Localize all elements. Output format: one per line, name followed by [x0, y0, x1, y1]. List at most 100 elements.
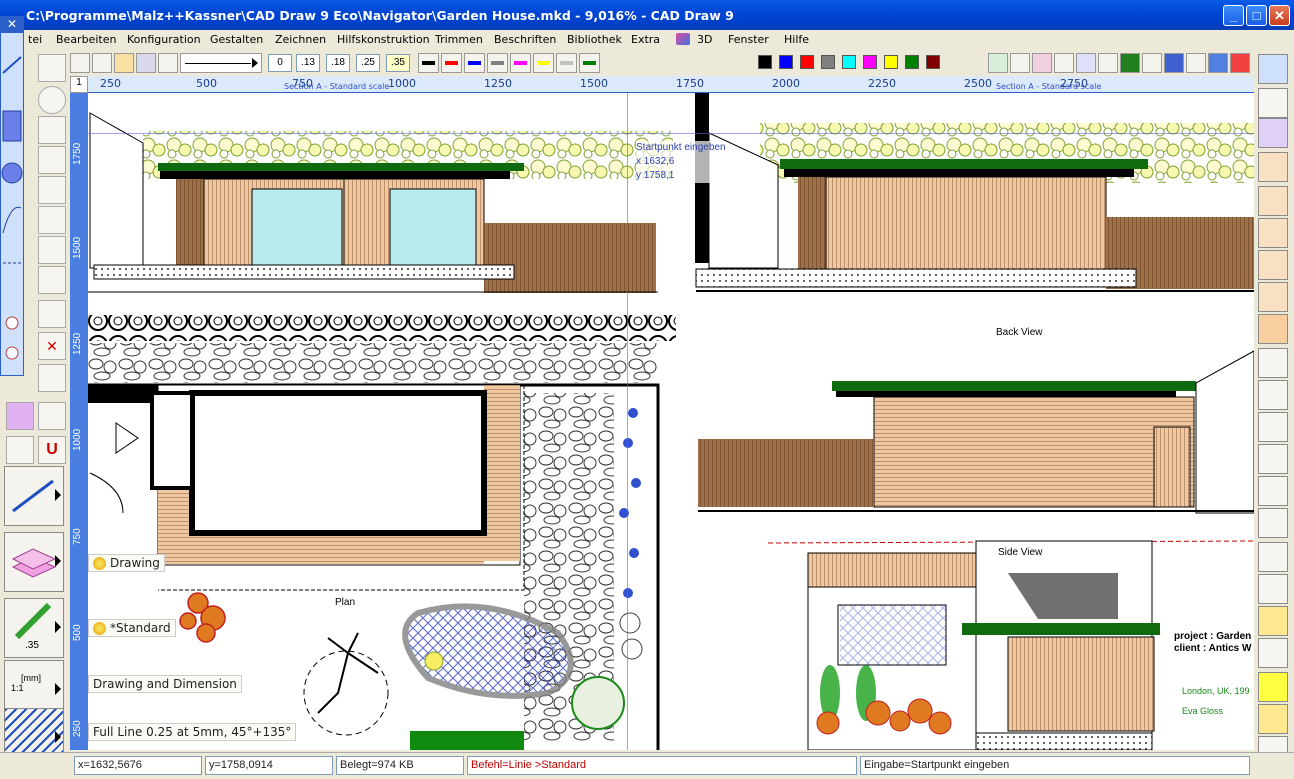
menu-trimmen[interactable]: Trimmen — [435, 33, 483, 46]
rotate-y-icon[interactable] — [1258, 380, 1288, 410]
ellipse-tool-icon[interactable] — [38, 176, 66, 204]
close-button[interactable]: ✕ — [1269, 5, 1290, 26]
layer-drawing[interactable]: Drawing — [88, 554, 165, 572]
layer-list-icon[interactable] — [1258, 88, 1288, 118]
layer-dimension[interactable]: Drawing and Dimension — [88, 675, 242, 693]
pointer-icon[interactable] — [70, 53, 90, 73]
hand-icon[interactable] — [38, 266, 66, 294]
save-icon[interactable] — [136, 53, 156, 73]
delete-icon[interactable]: ✕ — [38, 332, 66, 360]
line-color-swatch[interactable] — [418, 53, 439, 73]
hatch-icon[interactable] — [1076, 53, 1096, 73]
layer-standard[interactable]: *Standard — [88, 619, 176, 637]
line-width-25[interactable]: .25 — [356, 54, 380, 72]
help-icon[interactable] — [1208, 53, 1228, 73]
grid-icon[interactable] — [1098, 53, 1118, 73]
menu-konfiguration[interactable]: Konfiguration — [127, 33, 201, 46]
new-file-icon[interactable] — [92, 53, 112, 73]
fill-color-swatch[interactable] — [926, 55, 940, 69]
menu-bearbeiten[interactable]: Bearbeiten — [56, 33, 116, 46]
menu-gestalten[interactable]: Gestalten — [210, 33, 263, 46]
menu-fenster[interactable]: Fenster — [728, 33, 769, 46]
line-color-swatch[interactable] — [441, 53, 462, 73]
line-color-swatch[interactable] — [487, 53, 508, 73]
wrench-icon[interactable] — [1186, 53, 1206, 73]
crosshair-icon[interactable] — [38, 54, 66, 82]
face-icon[interactable] — [1258, 314, 1288, 344]
cube-top-icon[interactable] — [1258, 186, 1288, 216]
menu-bibliothek[interactable]: Bibliothek — [567, 33, 622, 46]
forward-icon[interactable] — [1258, 574, 1288, 604]
menu-hilfskonstruktion[interactable]: Hilfskonstruktion — [337, 33, 430, 46]
line-color-swatch[interactable] — [510, 53, 531, 73]
pen-width-button[interactable]: .35 — [4, 598, 64, 658]
fill-color-swatch[interactable] — [779, 55, 793, 69]
line-width-35[interactable]: .35 — [386, 54, 410, 72]
print-icon[interactable] — [158, 53, 178, 73]
menu-beschriften[interactable]: Beschriften — [494, 33, 556, 46]
menu-extra[interactable]: Extra — [631, 33, 660, 46]
line-style-select[interactable] — [180, 53, 262, 73]
sphere-icon[interactable] — [1258, 118, 1288, 148]
library-icon[interactable] — [1164, 53, 1184, 73]
fill-color-swatch[interactable] — [863, 55, 877, 69]
palette-close-icon[interactable]: ✕ — [1, 17, 23, 33]
rotate-z-icon[interactable] — [1258, 412, 1288, 442]
arc-tool-icon[interactable] — [38, 116, 66, 144]
line-width-18[interactable]: .18 — [326, 54, 350, 72]
snap-icon[interactable] — [1054, 53, 1074, 73]
fill-color-swatch[interactable] — [758, 55, 772, 69]
circle-tool-icon[interactable] — [38, 86, 66, 114]
cube-front-icon[interactable] — [1258, 250, 1288, 280]
box-wire-icon[interactable] — [1258, 704, 1288, 734]
box-outline-icon[interactable] — [1258, 638, 1288, 668]
undo-arc-icon[interactable] — [38, 236, 66, 264]
layers-tool-button[interactable] — [4, 532, 64, 592]
angle-icon[interactable] — [38, 364, 66, 392]
menu-datei[interactable]: tei — [28, 33, 42, 46]
fill-color-swatch[interactable] — [821, 55, 835, 69]
rotate-free-icon[interactable] — [1258, 444, 1288, 474]
menu-zeichnen[interactable]: Zeichnen — [275, 33, 326, 46]
maximize-button[interactable]: □ — [1246, 5, 1267, 26]
box-fill-icon[interactable] — [1258, 672, 1288, 702]
eraser-icon[interactable] — [1230, 53, 1250, 73]
box-yellow-icon[interactable] — [1258, 606, 1288, 636]
line-color-swatch[interactable] — [579, 53, 600, 73]
pen-icon[interactable] — [988, 53, 1008, 73]
line-color-swatch[interactable] — [556, 53, 577, 73]
move-down-icon[interactable] — [38, 300, 66, 328]
open-file-icon[interactable] — [114, 53, 134, 73]
3d-view-icon[interactable] — [1258, 54, 1288, 84]
magnet-icon[interactable]: U — [38, 436, 66, 464]
return-icon[interactable] — [1258, 542, 1288, 572]
line-color-swatch[interactable] — [464, 53, 485, 73]
triangle-icon[interactable] — [6, 436, 34, 464]
status-input[interactable]: Eingabe=Startpunkt eingeben — [860, 756, 1250, 775]
line-tool-button[interactable] — [4, 466, 64, 526]
palette-tools[interactable] — [1, 33, 23, 373]
vertical-ruler[interactable]: 1750 1500 1250 1000 750 500 250 — [70, 93, 88, 750]
rotate-x-icon[interactable] — [1258, 348, 1288, 378]
drawing-canvas[interactable]: Startpunkt eingeben x 1632,6 y 1758,1 Ba… — [88, 93, 1254, 750]
cube-icon[interactable] — [1258, 152, 1288, 182]
minimize-button[interactable]: _ — [1223, 5, 1244, 26]
fillet-tool-icon[interactable] — [38, 206, 66, 234]
menu-hilfe[interactable]: Hilfe — [784, 33, 809, 46]
line-color-swatch[interactable] — [533, 53, 554, 73]
page-icon[interactable] — [1010, 53, 1030, 73]
line-width-0[interactable]: 0 — [268, 54, 292, 72]
orbit-icon[interactable] — [1258, 476, 1288, 506]
scale-icon[interactable] — [1120, 53, 1140, 73]
fill-color-swatch[interactable] — [884, 55, 898, 69]
line-width-13[interactable]: .13 — [296, 54, 320, 72]
spin-icon[interactable] — [1258, 508, 1288, 538]
cube-back-icon[interactable] — [1258, 282, 1288, 312]
spline-tool-icon[interactable] — [38, 146, 66, 174]
menu-3d[interactable]: 3D — [697, 33, 712, 46]
cube-side-icon[interactable] — [1258, 218, 1288, 248]
horizontal-ruler[interactable]: 250 500 750 1000 1250 1500 1750 2000 225… — [88, 76, 1254, 93]
dimension-icon[interactable] — [1142, 53, 1162, 73]
layers-icon[interactable] — [1032, 53, 1052, 73]
copy-pages-icon[interactable] — [38, 402, 66, 430]
